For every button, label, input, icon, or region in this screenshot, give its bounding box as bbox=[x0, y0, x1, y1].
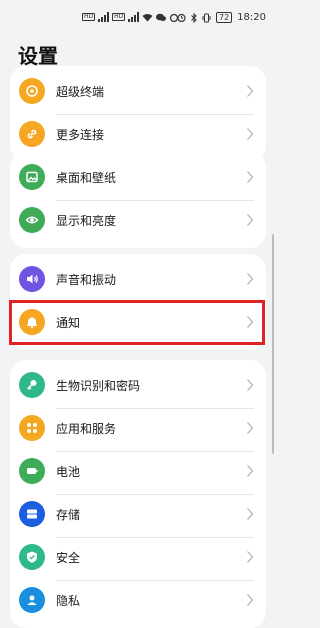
chevron-right-icon bbox=[247, 171, 254, 183]
scrollbar[interactable] bbox=[272, 234, 274, 454]
wifi-icon bbox=[142, 13, 153, 21]
settings-card: 桌面和壁纸显示和亮度 bbox=[10, 152, 266, 248]
chevron-right-icon bbox=[247, 379, 254, 391]
chevron-right-icon bbox=[247, 273, 254, 285]
chevron-right-icon bbox=[247, 465, 254, 477]
super-terminal-icon bbox=[19, 78, 45, 104]
key-icon bbox=[19, 372, 45, 398]
privacy-icon bbox=[19, 587, 45, 613]
settings-item-super-terminal[interactable]: 超级终端 bbox=[10, 71, 266, 114]
settings-item-battery[interactable]: 电池 bbox=[10, 451, 266, 494]
chevron-right-icon bbox=[247, 128, 254, 140]
settings-item-sound[interactable]: 声音和振动 bbox=[10, 259, 266, 302]
vibrate-icon bbox=[202, 13, 211, 22]
chevron-right-icon bbox=[247, 551, 254, 563]
settings-item-label: 生物识别和密码 bbox=[56, 379, 141, 393]
chevron-right-icon bbox=[247, 508, 254, 520]
settings-item-notifications[interactable]: 通知 bbox=[10, 302, 266, 345]
status-bar-right: 72 18:20 bbox=[177, 12, 266, 23]
bell-icon bbox=[19, 309, 45, 335]
link-icon bbox=[19, 121, 45, 147]
settings-item-wallpaper[interactable]: 桌面和壁纸 bbox=[10, 157, 266, 200]
storage-icon bbox=[19, 501, 45, 527]
settings-item-label: 存储 bbox=[56, 508, 81, 522]
settings-item-display[interactable]: 显示和亮度 bbox=[10, 200, 266, 243]
chevron-right-icon bbox=[247, 594, 254, 606]
signal-icon bbox=[128, 12, 140, 22]
chevron-right-icon bbox=[247, 422, 254, 434]
settings-item-biometrics[interactable]: 生物识别和密码 bbox=[10, 365, 266, 408]
settings-item-label: 超级终端 bbox=[56, 85, 105, 99]
bluetooth-icon bbox=[191, 12, 197, 23]
hd-icon: HD bbox=[112, 13, 126, 21]
settings-item-label: 隐私 bbox=[56, 594, 81, 608]
settings-item-label: 电池 bbox=[56, 465, 81, 479]
settings-card: 声音和振动 通知 bbox=[10, 254, 266, 350]
chevron-right-icon bbox=[247, 316, 254, 328]
chevron-right-icon bbox=[247, 214, 254, 226]
settings-item-label: 更多连接 bbox=[56, 128, 105, 142]
eye-icon bbox=[19, 207, 45, 233]
settings-item-storage[interactable]: 存储 bbox=[10, 494, 266, 537]
battery-indicator: 72 bbox=[215, 12, 233, 23]
chevron-right-icon bbox=[247, 85, 254, 97]
settings-item-label: 通知 bbox=[56, 316, 81, 330]
page-title: 设置 bbox=[18, 44, 58, 68]
hd-icon: HD bbox=[82, 13, 96, 21]
settings-item-label: 应用和服务 bbox=[56, 422, 117, 436]
image-icon bbox=[19, 164, 45, 190]
settings-item-label: 显示和亮度 bbox=[56, 214, 117, 228]
battery-icon bbox=[19, 458, 45, 484]
settings-card: 生物识别和密码 应用和服务电池存储安全隐私 bbox=[10, 360, 266, 628]
settings-item-privacy[interactable]: 隐私 bbox=[10, 580, 266, 623]
settings-item-label: 安全 bbox=[56, 551, 81, 565]
alarm-icon bbox=[177, 13, 186, 22]
settings-item-label: 桌面和壁纸 bbox=[56, 171, 117, 185]
signal-icon bbox=[98, 12, 110, 22]
settings-item-more-connections[interactable]: 更多连接 bbox=[10, 114, 266, 157]
status-time: 18:20 bbox=[237, 12, 266, 23]
speaker-icon bbox=[19, 266, 45, 292]
settings-item-apps[interactable]: 应用和服务 bbox=[10, 408, 266, 451]
status-bar: HD HD 72 18:20 bbox=[0, 0, 276, 34]
apps-grid-icon bbox=[19, 415, 45, 441]
status-bar-left: HD HD bbox=[82, 12, 179, 22]
settings-card: 超级终端 更多连接 bbox=[10, 66, 266, 162]
shield-icon bbox=[19, 544, 45, 570]
chat-app-icon bbox=[156, 13, 167, 21]
settings-item-security[interactable]: 安全 bbox=[10, 537, 266, 580]
settings-item-label: 声音和振动 bbox=[56, 273, 117, 287]
